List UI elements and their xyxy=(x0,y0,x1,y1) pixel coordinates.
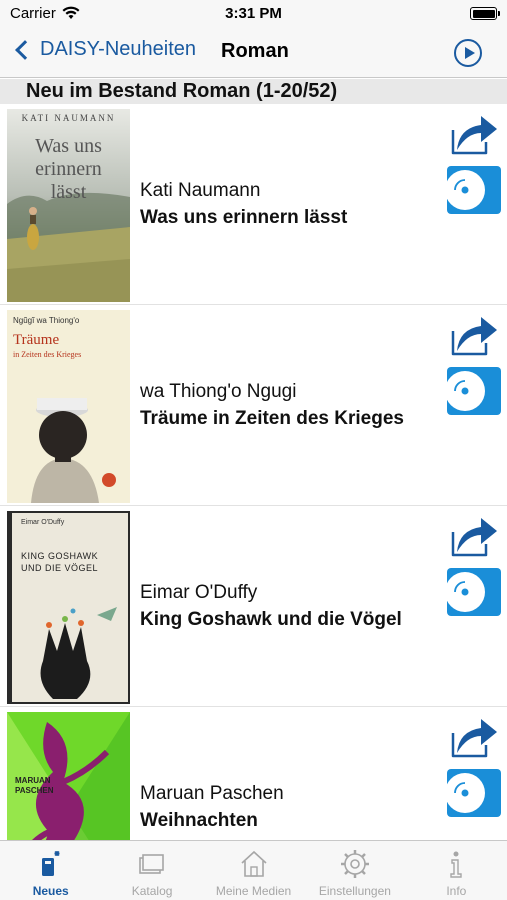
list-item[interactable]: Ngũgĩ wa Thiong'o Träume in Zeiten des K… xyxy=(0,305,507,506)
tab-label: Neues xyxy=(32,884,69,898)
cover-title-line: lässt xyxy=(50,181,87,203)
cover-title-line: Träume xyxy=(13,332,60,348)
list-item[interactable]: Eimar O'Duffy KING GOSHAWK UND DIE VÖGEL… xyxy=(0,506,507,707)
disc-download-icon[interactable] xyxy=(447,367,501,415)
list-item[interactable]: KATI NAUMANN Was uns erinnern lässt Kati… xyxy=(0,104,507,305)
book-author: Kati Naumann xyxy=(140,180,261,201)
play-circle-icon[interactable] xyxy=(454,39,482,67)
share-icon[interactable] xyxy=(449,313,499,357)
cover-title-line: KING GOSHAWK xyxy=(21,551,99,561)
navigation-bar: DAISY-Neuheiten Roman xyxy=(0,28,507,78)
back-button[interactable]: DAISY-Neuheiten xyxy=(12,38,196,61)
cover-author: Ngũgĩ wa Thiong'o xyxy=(13,316,80,325)
share-icon[interactable] xyxy=(449,715,499,759)
status-bar: Carrier 3:31 PM xyxy=(0,0,507,28)
book-author: wa Thiong'o Ngugi xyxy=(140,381,297,402)
tab-label: Info xyxy=(446,884,467,898)
cover-author: KATI NAUMANN xyxy=(21,113,116,123)
disc-download-icon[interactable] xyxy=(447,568,501,616)
section-header: Neu im Bestand Roman (1-20/52) xyxy=(0,79,507,104)
book-author: Maruan Paschen xyxy=(140,783,284,804)
back-button-label: DAISY-Neuheiten xyxy=(40,38,197,60)
tab-neues[interactable]: Neues xyxy=(0,841,101,900)
catalog-icon xyxy=(137,849,167,879)
book-title: King Goshawk und die Vögel xyxy=(140,609,402,630)
new-items-icon xyxy=(36,849,66,879)
book-cover-image: Eimar O'Duffy KING GOSHAWK UND DIE VÖGEL xyxy=(7,511,130,704)
cover-title-line: UND DIE VÖGEL xyxy=(21,563,99,573)
cover-author: MARUAN xyxy=(15,776,51,785)
section-header-label: Neu im Bestand Roman (1-20/52) xyxy=(26,80,338,102)
cover-title-line: Was uns xyxy=(35,135,102,157)
tab-bar: Neues Katalog Meine Medien Einstellungen… xyxy=(0,840,507,900)
book-cover-image: KATI NAUMANN Was uns erinnern lässt xyxy=(7,109,130,302)
battery-icon xyxy=(470,7,500,20)
book-cover-image: Ngũgĩ wa Thiong'o Träume in Zeiten des K… xyxy=(7,310,130,503)
disc-download-icon[interactable] xyxy=(447,166,501,214)
tab-katalog[interactable]: Katalog xyxy=(101,841,202,900)
book-title: Was uns erinnern lässt xyxy=(140,207,348,228)
share-icon[interactable] xyxy=(449,112,499,156)
tab-label: Katalog xyxy=(131,884,173,898)
tab-label: Einstellungen xyxy=(318,884,391,898)
tab-label: Meine Medien xyxy=(215,884,292,898)
cover-title-line: erinnern xyxy=(35,158,102,180)
book-title: Träume in Zeiten des Krieges xyxy=(140,408,404,429)
gear-icon xyxy=(340,849,370,879)
home-icon xyxy=(239,849,269,879)
book-title: Weihnachten xyxy=(140,810,258,831)
tab-meine-medien[interactable]: Meine Medien xyxy=(203,841,304,900)
page-title: Roman xyxy=(221,40,289,62)
chevron-left-icon xyxy=(15,39,35,60)
book-author: Eimar O'Duffy xyxy=(140,582,258,603)
book-cover-image: MARUAN PASCHEN xyxy=(7,712,130,840)
tab-info[interactable]: Info xyxy=(406,841,507,900)
cover-author: Eimar O'Duffy xyxy=(21,519,65,526)
clock: 3:31 PM xyxy=(225,5,282,22)
tab-einstellungen[interactable]: Einstellungen xyxy=(304,841,405,900)
share-icon[interactable] xyxy=(449,514,499,558)
disc-download-icon[interactable] xyxy=(447,769,501,817)
book-list: KATI NAUMANN Was uns erinnern lässt Kati… xyxy=(0,104,507,840)
list-item[interactable]: MARUAN PASCHEN Maruan Paschen Weihnachte… xyxy=(0,707,507,840)
cover-title-line: PASCHEN xyxy=(15,786,54,795)
info-icon xyxy=(441,849,471,879)
cover-title-line: in Zeiten des Krieges xyxy=(13,350,82,359)
